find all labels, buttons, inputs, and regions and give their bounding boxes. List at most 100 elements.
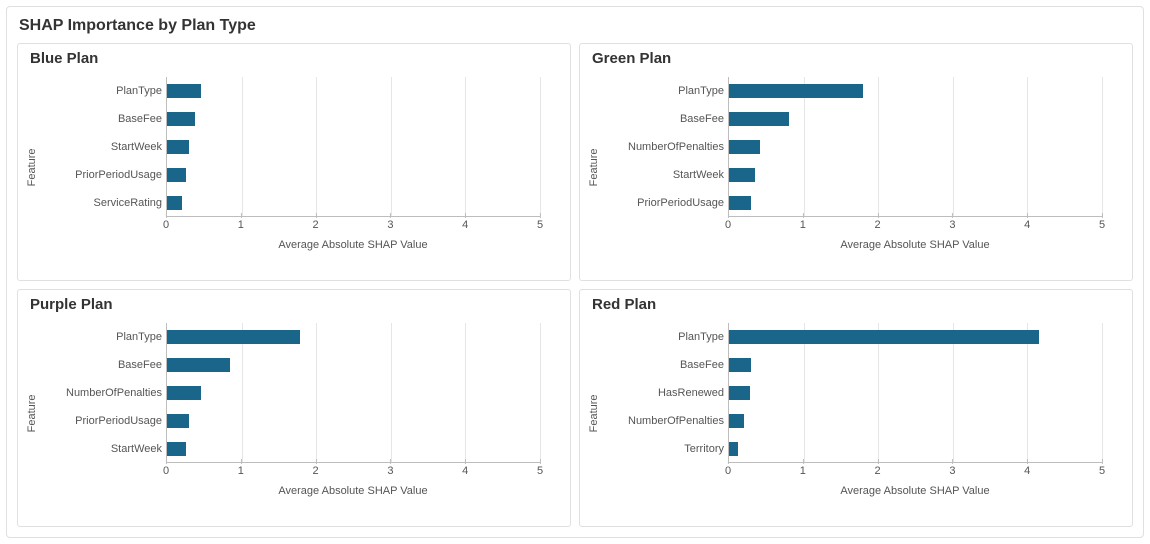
gridline xyxy=(1102,77,1103,216)
bar xyxy=(729,112,789,126)
x-tick-label: 0 xyxy=(163,219,169,231)
x-tick-label: 0 xyxy=(725,465,731,477)
x-ticks: 012345 xyxy=(728,219,1102,233)
category-labels: PlanType BaseFee StartWeek PriorPeriodUsage… xyxy=(46,77,162,217)
bar xyxy=(729,84,863,98)
y-axis-label: Feature xyxy=(26,148,38,186)
bar xyxy=(729,414,744,428)
chart: Feature PlanTypeBaseFeeNumberOfPenalties… xyxy=(608,71,1122,271)
bar xyxy=(167,84,201,98)
category-label: BaseFee xyxy=(608,359,724,371)
bars xyxy=(167,77,540,216)
x-axis-label: Average Absolute SHAP Value xyxy=(166,485,540,497)
bars xyxy=(729,77,1102,216)
x-tick-label: 3 xyxy=(387,219,393,231)
x-ticks: 012345 xyxy=(728,465,1102,479)
bar xyxy=(167,358,230,372)
chart: Feature PlanTypeBaseFeeNumberOfPenalties… xyxy=(46,317,560,517)
x-tick-label: 0 xyxy=(725,219,731,231)
plot-area xyxy=(166,323,540,463)
category-label: ServiceRating xyxy=(46,197,162,209)
x-tick-label: 1 xyxy=(800,465,806,477)
x-ticks: 0 1 2 3 4 5 xyxy=(166,465,540,479)
bar xyxy=(167,140,189,154)
category-label: BaseFee xyxy=(608,113,724,125)
x-tick-label: 4 xyxy=(462,219,468,231)
x-tick-label: 2 xyxy=(313,219,319,231)
bar xyxy=(167,386,201,400)
chart: Feature PlanTypeBaseFeeHasRenewedNumberO… xyxy=(608,317,1122,517)
panel-title: Red Plan xyxy=(592,296,1122,313)
category-label: StartWeek xyxy=(46,443,162,455)
category-label: StartWeek xyxy=(608,169,724,181)
x-axis-label: Average Absolute SHAP Value xyxy=(728,485,1102,497)
y-axis-label: Feature xyxy=(588,148,600,186)
bars xyxy=(729,323,1102,462)
category-label: NumberOfPenalties xyxy=(608,141,724,153)
plot-area xyxy=(728,323,1102,463)
category-labels: PlanType BaseFee NumberOfPenalties StartWee… xyxy=(608,77,724,217)
x-ticks: 0 1 2 3 4 5 xyxy=(166,219,540,233)
bars xyxy=(167,323,540,462)
x-tick-label: 5 xyxy=(1099,465,1105,477)
x-tick-label: 1 xyxy=(238,465,244,477)
bar xyxy=(729,196,751,210)
chart-grid: Blue Plan Feature PlanTypeBaseFeeStartWe… xyxy=(17,43,1133,527)
bar xyxy=(167,330,300,344)
gridline xyxy=(540,77,541,216)
bar xyxy=(729,330,1039,344)
x-tick-label: 4 xyxy=(462,465,468,477)
category-label: PlanType xyxy=(608,85,724,97)
bar xyxy=(167,442,186,456)
category-label: Territory xyxy=(608,443,724,455)
category-label: NumberOfPenalties xyxy=(46,387,162,399)
panel-red-plan: Red Plan Feature PlanTypeBaseFeeHasRenew… xyxy=(579,289,1133,527)
x-tick-label: 1 xyxy=(238,219,244,231)
panel-title: Purple Plan xyxy=(30,296,560,313)
category-label: StartWeek xyxy=(46,141,162,153)
x-tick-label: 2 xyxy=(313,465,319,477)
bar xyxy=(167,414,189,428)
x-tick-label: 5 xyxy=(537,465,543,477)
bar xyxy=(729,168,755,182)
x-tick-label: 1 xyxy=(800,219,806,231)
x-tick-label: 3 xyxy=(387,465,393,477)
bar xyxy=(167,196,182,210)
y-axis-label: Feature xyxy=(26,394,38,432)
category-label: PlanType xyxy=(46,85,162,97)
x-tick-label: 3 xyxy=(949,465,955,477)
plot-area xyxy=(728,77,1102,217)
panel-title: Green Plan xyxy=(592,50,1122,67)
gridline xyxy=(1102,323,1103,462)
bar xyxy=(167,112,195,126)
x-axis-label: Average Absolute SHAP Value xyxy=(728,239,1102,251)
plot-area xyxy=(166,77,540,217)
bar xyxy=(167,168,186,182)
chart: Feature PlanTypeBaseFeeStartWeekPriorPer… xyxy=(46,71,560,271)
bar xyxy=(729,140,760,154)
category-labels: PlanTypeBaseFeeNumberOfPenaltiesPriorPer… xyxy=(46,323,162,463)
panel-green-plan: Green Plan Feature PlanType BaseFee Number… xyxy=(579,43,1133,281)
category-label: HasRenewed xyxy=(608,387,724,399)
category-label: PriorPeriodUsage xyxy=(46,169,162,181)
dashboard-container: SHAP Importance by Plan Type Blue Plan F… xyxy=(6,6,1144,538)
gridline xyxy=(540,323,541,462)
panel-blue-plan: Blue Plan Feature PlanTypeBaseFeeStartWe… xyxy=(17,43,571,281)
category-label: PlanType xyxy=(46,331,162,343)
category-labels: PlanTypeBaseFeeHasRenewedNumberOfPenalti… xyxy=(608,323,724,463)
x-tick-label: 2 xyxy=(875,219,881,231)
y-axis-label: Feature xyxy=(588,394,600,432)
x-tick-label: 0 xyxy=(163,465,169,477)
bar xyxy=(729,442,738,456)
x-axis-label: Average Absolute SHAP Value xyxy=(166,239,540,251)
category-label: PriorPeriodUsage xyxy=(608,197,724,209)
category-label: BaseFee xyxy=(46,359,162,371)
bar xyxy=(729,386,750,400)
x-tick-label: 4 xyxy=(1024,465,1030,477)
panel-purple-plan: Purple Plan Feature PlanType BaseFee Numbe… xyxy=(17,289,571,527)
category-label: BaseFee xyxy=(46,113,162,125)
category-label: NumberOfPenalties xyxy=(608,415,724,427)
bar xyxy=(729,358,751,372)
x-tick-label: 5 xyxy=(537,219,543,231)
x-tick-label: 3 xyxy=(949,219,955,231)
